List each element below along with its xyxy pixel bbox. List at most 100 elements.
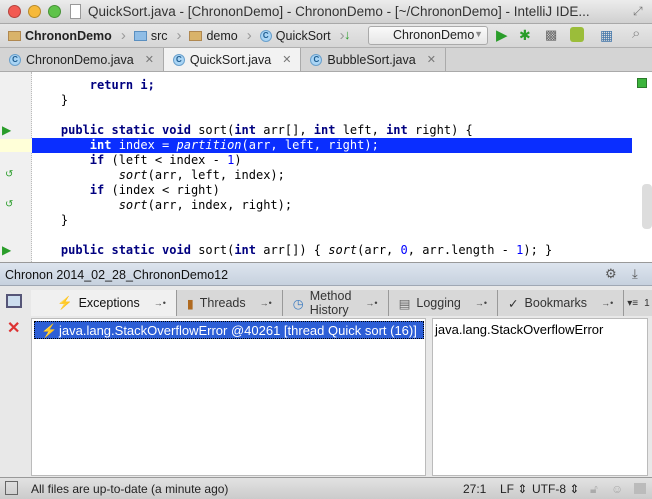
exception-label: java.lang.StackOverflowError @40261 [thr… [59, 323, 417, 338]
gutter: ▶ ▶ ↺ ↺ [0, 72, 32, 262]
tab-label: Threads [199, 296, 246, 310]
sort-icon[interactable]: ↓ [344, 27, 351, 42]
code-line: } [60, 93, 69, 107]
class-icon: C [172, 53, 185, 66]
status-message: All files are up-to-date (a minute ago) [31, 482, 229, 496]
run-gutter-icon[interactable]: ▶ [2, 243, 11, 257]
minimize-window-button[interactable] [28, 5, 41, 18]
tab-label: QuickSort.java [189, 52, 272, 67]
code-line: sort(arr, left, index); [118, 168, 285, 182]
close-icon[interactable]: ✕ [282, 53, 291, 66]
encoding[interactable]: UTF-8 ⇕ [532, 482, 579, 496]
close-icon[interactable]: ✕ [427, 53, 436, 66]
line-separator[interactable]: LF ⇕ [500, 482, 527, 496]
run-icon[interactable]: ▶ [496, 26, 508, 44]
recursion-icon: ↺ [5, 169, 14, 180]
folder-icon [8, 30, 21, 41]
exception-detail: java.lang.StackOverflowError [432, 318, 648, 476]
tabs-overflow-button[interactable]: ▾≡ 1 [624, 290, 652, 316]
title-bar: QuickSort.java - [ChrononDemo] - Chronon… [0, 0, 652, 24]
pin-icon[interactable]: →• [365, 298, 377, 308]
code-line: sort(arr, index, right); [118, 198, 293, 212]
chronon-tabs: ⚡ Exceptions →• ▮ Threads →• ◷ Method History… [31, 289, 652, 317]
tab-label: Bookmarks [524, 296, 588, 310]
tab-label: ChrononDemo.java [26, 52, 134, 67]
fullscreen-icon[interactable]: ⤢ [633, 4, 643, 19]
package-icon [189, 30, 203, 41]
close-icon[interactable]: ✕ [145, 53, 154, 66]
file-icon [70, 4, 81, 19]
crumb-label: demo [206, 28, 238, 43]
breadcrumb-project[interactable]: ChrononDemo [0, 27, 134, 44]
pin-icon[interactable]: →• [154, 298, 166, 308]
inspection-status-icon[interactable] [637, 78, 647, 88]
pin-icon[interactable]: →• [260, 298, 272, 308]
check-icon: ✓ [508, 296, 519, 311]
gear-icon[interactable]: ⚙ [605, 266, 617, 282]
toolwindow-title: Chronon 2014_02_28_ChrononDemo12 [5, 268, 229, 282]
crumb-label: ChrononDemo [25, 28, 112, 43]
project-structure-icon[interactable]: ▦ [600, 27, 613, 44]
code-line: if (index < right) [89, 183, 220, 197]
chronon-toolwindow-header: Chronon 2014_02_28_ChrononDemo12 ⚙ ⤓ [0, 262, 652, 286]
code-line: if (left < index - 1) [89, 153, 242, 167]
overflow-count: 1 [644, 297, 650, 309]
tab-method-history[interactable]: ◷ Method History →• [282, 289, 389, 317]
code-editor[interactable]: ▶ ▶ ↺ ↺ return i; } public static void s… [0, 72, 652, 262]
pin-icon[interactable]: →• [601, 298, 613, 308]
exception-icon: ⚡ [41, 323, 58, 338]
tab-label: Method History [309, 289, 352, 317]
tab-quicksort[interactable]: C QuickSort.java ✕ [163, 48, 302, 71]
editor-tabs: C ChrononDemo.java ✕ C QuickSort.java ✕ C Bub… [0, 48, 652, 72]
threads-icon: ▮ [186, 296, 194, 311]
layout-icon[interactable] [6, 294, 22, 308]
scrollbar[interactable] [642, 184, 652, 229]
coverage-icon[interactable]: ▩ [545, 27, 557, 43]
tab-bookmarks[interactable]: ✓ Bookmarks →• [498, 290, 625, 316]
zoom-window-button[interactable] [48, 5, 61, 18]
search-icon[interactable]: ⌕ [632, 25, 640, 42]
run-config-dropdown[interactable]: ChrononDemo ▼ [368, 26, 488, 45]
crumb-label: QuickSort [275, 28, 331, 43]
encoding-label: UTF-8 [532, 482, 566, 496]
tab-label: Logging [416, 296, 461, 310]
method-history-icon: ◷ [292, 296, 304, 311]
recursion-icon: ↺ [5, 199, 14, 210]
toolwindows-icon[interactable] [5, 481, 18, 495]
caret-position[interactable]: 27:1 [463, 482, 486, 496]
class-icon: C [310, 53, 323, 66]
execution-point-marker [0, 139, 32, 152]
tab-label: Exceptions [78, 296, 140, 310]
tab-bubblesort[interactable]: C BubbleSort.java ✕ [301, 48, 446, 71]
exceptions-list[interactable]: ⚡ java.lang.StackOverflowError @40261 [t… [31, 318, 426, 476]
logging-icon: ▤ [398, 296, 411, 311]
run-gutter-icon[interactable]: ▶ [2, 123, 11, 137]
tab-logging[interactable]: ▤ Logging →• [388, 290, 499, 316]
pin-icon[interactable]: →• [475, 298, 487, 308]
chronon-icon[interactable] [570, 27, 584, 42]
exception-icon: ⚡ [57, 295, 73, 310]
breadcrumb-src[interactable]: src [133, 27, 190, 44]
hide-icon[interactable]: ⤓ [632, 266, 638, 282]
code-line: } [60, 213, 69, 227]
window-title: QuickSort.java - [ChrononDemo] - Chronon… [88, 4, 590, 19]
breadcrumb-quicksort[interactable]: C QuickSort [259, 27, 353, 44]
class-icon: C [259, 29, 272, 42]
tab-threads[interactable]: ▮ Threads →• [176, 290, 283, 316]
inspector-icon[interactable]: ☺ [611, 482, 623, 496]
lock-icon[interactable]: 🔓︎ [590, 482, 598, 497]
list-item[interactable]: ⚡ java.lang.StackOverflowError @40261 [t… [34, 321, 424, 339]
chevron-down-icon: ▼ [474, 29, 483, 39]
line-sep-label: LF [500, 482, 515, 496]
status-bar: All files are up-to-date (a minute ago) … [0, 477, 652, 499]
debug-icon[interactable]: ✱ [519, 27, 531, 44]
close-window-button[interactable] [8, 5, 21, 18]
code-line: public static void sort(int arr[], int l… [60, 123, 473, 137]
tab-exceptions[interactable]: ⚡ Exceptions →• [31, 290, 177, 316]
event-log-icon[interactable] [634, 483, 646, 494]
tab-chronondemo[interactable]: C ChrononDemo.java ✕ [0, 48, 164, 71]
breadcrumb-demo[interactable]: demo [189, 27, 259, 44]
close-icon[interactable]: ✕ [7, 318, 20, 338]
crumb-label: src [150, 28, 168, 43]
class-icon: C [9, 53, 21, 66]
